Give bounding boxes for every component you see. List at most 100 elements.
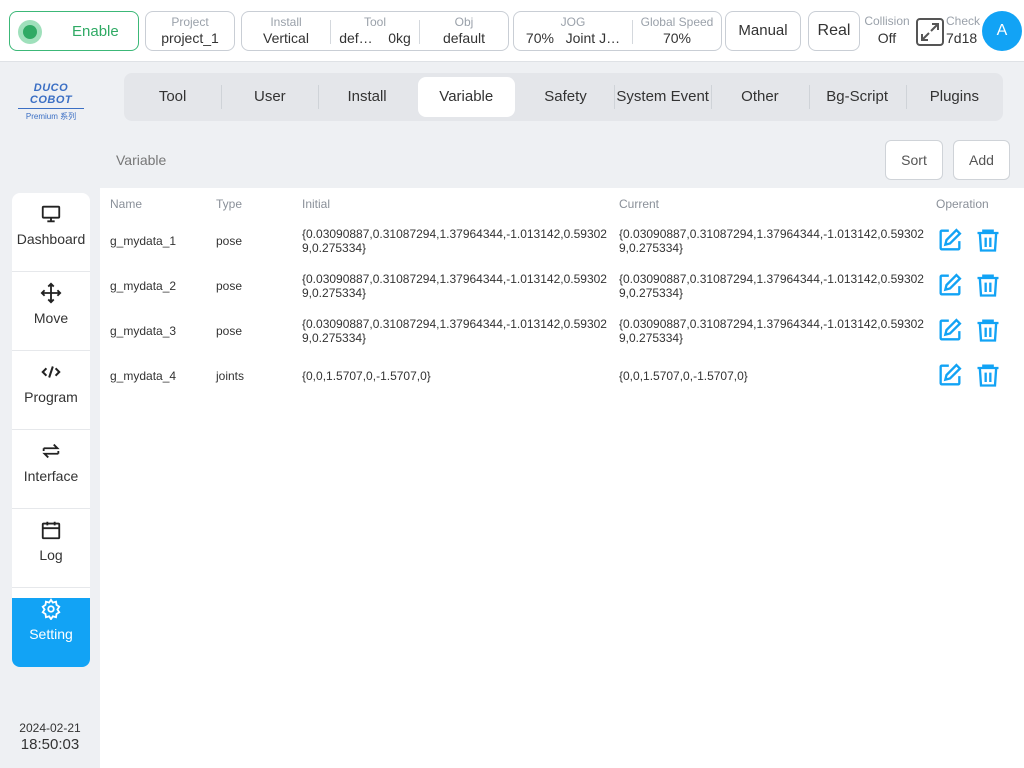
tab-variable[interactable]: Variable: [417, 77, 515, 117]
tab-bg-script[interactable]: Bg-Script: [808, 77, 906, 117]
nav-item-program[interactable]: Program: [12, 361, 90, 430]
delete-icon[interactable]: [974, 316, 1002, 344]
delete-icon[interactable]: [974, 361, 1002, 389]
row-operations: [936, 226, 1006, 256]
obj-value: default: [442, 30, 486, 46]
code-icon: [12, 361, 90, 385]
obj-selector[interactable]: Obj default: [420, 12, 508, 50]
table-row[interactable]: g_mydata_3 pose {0.03090887,0.31087294,1…: [100, 309, 1024, 354]
tool-selector[interactable]: Tool def… 0kg: [331, 12, 419, 50]
enable-button[interactable]: Enable: [9, 11, 139, 51]
table-row[interactable]: g_mydata_2 pose {0.03090887,0.31087294,1…: [100, 264, 1024, 309]
table-row[interactable]: g_mydata_4 joints {0,0,1.5707,0,-1.5707,…: [100, 354, 1024, 399]
variable-name: g_mydata_2: [110, 279, 177, 293]
edit-icon[interactable]: [936, 226, 964, 254]
tool-caption: Tool: [363, 15, 386, 29]
install-selector[interactable]: Install Vertical: [242, 12, 330, 50]
variable-initial: {0.03090887,0.31087294,1.37964344,-1.013…: [302, 227, 607, 255]
current-date: 2024-02-21: [19, 721, 81, 735]
logo-divider: [18, 108, 84, 109]
nav-label: Interface: [23, 468, 79, 484]
check-caption: Check: [946, 14, 981, 28]
gear-icon: [12, 598, 90, 622]
nav-item-interface[interactable]: Interface: [12, 440, 90, 509]
nav-label: Setting: [29, 626, 73, 642]
global-speed-selector[interactable]: Global Speed 70%: [633, 12, 721, 50]
variable-name: g_mydata_4: [110, 369, 177, 383]
jog-speed-group: JOG 70% Joint J… Global Speed 70%: [513, 11, 722, 51]
tool-value: def… 0kg: [331, 30, 419, 46]
column-header-type: Type: [216, 197, 243, 211]
monitor-icon: [12, 203, 90, 227]
variable-initial: {0.03090887,0.31087294,1.37964344,-1.013…: [302, 272, 607, 300]
nav-item-log[interactable]: Log: [12, 519, 90, 588]
variable-current: {0.03090887,0.31087294,1.37964344,-1.013…: [619, 227, 924, 255]
variable-type: pose: [216, 324, 243, 338]
section-header: Variable Sort Add: [100, 132, 1024, 188]
logo-sub-text: Premium 系列: [25, 112, 77, 121]
nav-label: Dashboard: [16, 231, 86, 247]
calendar-icon: [12, 519, 90, 543]
tab-system-event[interactable]: System Event: [614, 77, 711, 117]
settings-tabs: Tool User Install Variable Safety System…: [124, 73, 1003, 121]
jog-caption: JOG: [560, 15, 586, 29]
real-mode-button[interactable]: Real: [808, 11, 860, 51]
jog-selector[interactable]: JOG 70% Joint J…: [514, 12, 632, 50]
collision-status[interactable]: Collision Off: [863, 15, 911, 47]
row-operations: [936, 361, 1006, 391]
add-button[interactable]: Add: [953, 140, 1010, 180]
table-row[interactable]: g_mydata_1 pose {0.03090887,0.31087294,1…: [100, 219, 1024, 264]
edit-icon[interactable]: [936, 361, 964, 389]
variable-initial: {0,0,1.5707,0,-1.5707,0}: [302, 369, 431, 383]
row-operations: [936, 271, 1006, 301]
nav-label: Program: [24, 389, 78, 405]
variable-current: {0,0,1.5707,0,-1.5707,0}: [619, 369, 748, 383]
variable-type: pose: [216, 279, 243, 293]
project-selector[interactable]: Project project_1: [145, 11, 235, 51]
variable-type: pose: [216, 234, 243, 248]
tab-plugins[interactable]: Plugins: [905, 77, 1003, 117]
settings-tabs-area: Tool User Install Variable Safety System…: [100, 62, 1024, 132]
collision-value: Off: [877, 30, 897, 46]
tab-user[interactable]: User: [221, 77, 318, 117]
column-header-current: Current: [619, 197, 660, 211]
fullscreen-icon[interactable]: [916, 18, 944, 46]
variable-name: g_mydata_1: [110, 234, 177, 248]
delete-icon[interactable]: [974, 271, 1002, 299]
column-header-initial: Initial: [302, 197, 331, 211]
project-value: project_1: [161, 30, 219, 46]
install-tool-obj-group: Install Vertical Tool def… 0kg Obj defau…: [241, 11, 509, 51]
tool-name: def…: [339, 30, 373, 46]
nav-label: Log: [39, 547, 63, 563]
nav-label: Move: [33, 310, 69, 326]
nav-item-move[interactable]: Move: [12, 282, 90, 351]
tab-tool[interactable]: Tool: [124, 77, 221, 117]
column-header-operation: Operation: [936, 197, 989, 211]
current-time: 18:50:03: [20, 736, 80, 753]
user-avatar[interactable]: A: [982, 11, 1022, 51]
edit-icon[interactable]: [936, 316, 964, 344]
variable-type: joints: [216, 369, 245, 383]
check-status[interactable]: Check 7d18: [946, 14, 984, 47]
variable-current: {0.03090887,0.31087294,1.37964344,-1.013…: [619, 272, 924, 300]
edit-icon[interactable]: [936, 271, 964, 299]
main-panel: Tool User Install Variable Safety System…: [100, 62, 1024, 768]
nav-item-dashboard[interactable]: Dashboard: [12, 203, 90, 272]
tab-other[interactable]: Other: [711, 77, 808, 117]
jog-value: 70% Joint J…: [514, 30, 632, 46]
jog-mode: Joint J…: [565, 30, 621, 46]
delete-icon[interactable]: [974, 226, 1002, 254]
tab-install[interactable]: Install: [318, 77, 415, 117]
top-status-bar: Enable Project project_1 Install Vertica…: [0, 0, 1024, 62]
clock: 2024-02-21 18:50:03: [0, 721, 100, 753]
variable-initial: {0.03090887,0.31087294,1.37964344,-1.013…: [302, 317, 607, 345]
enable-label: Enable: [72, 23, 119, 40]
sidebar: DUCO COBOT Premium 系列 Dashboard Move Pro…: [0, 62, 100, 768]
manual-mode-button[interactable]: Manual: [725, 11, 801, 51]
tab-safety[interactable]: Safety: [517, 77, 614, 117]
move-icon: [12, 282, 90, 306]
global-speed-value: 70%: [662, 30, 692, 46]
install-value: Vertical: [263, 30, 309, 46]
nav-item-setting[interactable]: Setting: [12, 598, 90, 667]
sort-button[interactable]: Sort: [885, 140, 943, 180]
